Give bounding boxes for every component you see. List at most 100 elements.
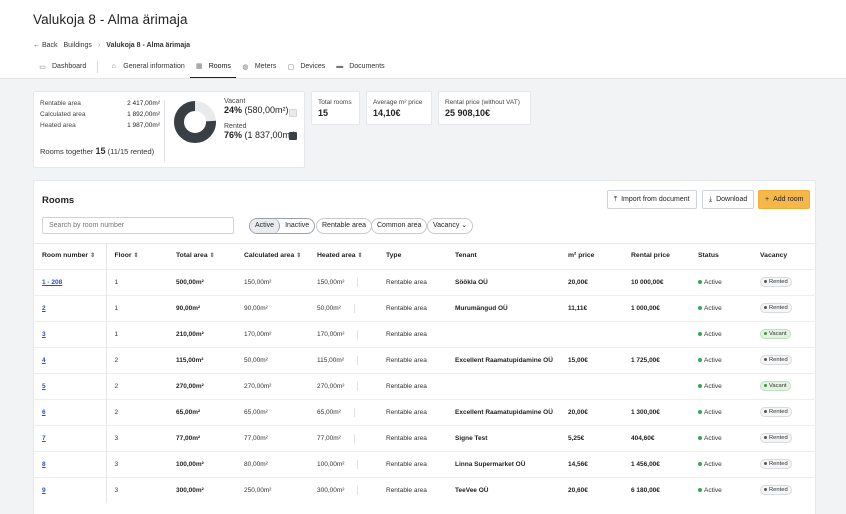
table-row[interactable]: 8 3 100,00m² 80,00m² 100,00m² Rentable area L…: [34, 450, 817, 477]
filter-inactive[interactable]: Inactive: [280, 219, 314, 233]
tab-documents[interactable]: ▬ Documents: [330, 55, 389, 78]
status-dot-icon: [698, 305, 702, 310]
rental-price-cell: 1 456,00€: [623, 450, 690, 477]
col-type: Type: [378, 243, 447, 269]
vacancy-dot-icon: [764, 279, 767, 283]
vacancy-dropdown[interactable]: Vacancy ⌄: [427, 218, 474, 234]
status-dot-icon: [698, 383, 702, 388]
room-search-input[interactable]: [42, 217, 234, 234]
vacancy-badge: Rented: [760, 459, 792, 469]
rental-price-cell: [623, 372, 690, 399]
col-calculated-area[interactable]: Calculated area ⇕: [236, 243, 309, 269]
status-cell: Active: [690, 476, 752, 503]
status-cell: Active: [690, 450, 752, 477]
tab-devices[interactable]: ▢ Devices: [281, 55, 330, 78]
m2-price-cell: 5,25€: [560, 424, 623, 451]
cell-divider: [356, 355, 358, 365]
tab-label: General information: [123, 63, 185, 70]
vacancy-label: Vacancy: [433, 222, 460, 229]
area-value: 1 987,00m²: [127, 122, 160, 129]
room-link[interactable]: 3: [42, 331, 46, 338]
tenant-cell: TeeVee OÜ: [447, 476, 560, 503]
cell-divider: [353, 433, 355, 443]
calculated-area-cell: 80,00m²: [236, 450, 309, 477]
breadcrumb-buildings[interactable]: Buildings: [64, 42, 92, 49]
room-link[interactable]: 7: [42, 435, 46, 442]
total-area-cell: 100,00m²: [168, 450, 236, 477]
breadcrumb-current: Valukoja 8 - Alma ärimaja: [106, 42, 191, 49]
table-row[interactable]: 2 1 90,00m² 90,00m² 50,00m² Rentable area Mur…: [34, 294, 817, 321]
area-row: Rentable area 2 417,00m²: [40, 98, 160, 109]
room-link[interactable]: 1 - 208: [42, 279, 62, 286]
vacant-summary: Vacant 24% (580,00m²): [224, 98, 289, 115]
vacancy-label: Vacant: [769, 331, 787, 337]
breadcrumb: ← Back Buildings › Valukoja 8 - Alma äri…: [33, 42, 190, 49]
vacant-label: Vacant: [224, 98, 246, 105]
room-link[interactable]: 6: [42, 409, 46, 416]
home-icon: ⌂: [111, 63, 116, 70]
room-link[interactable]: 5: [42, 383, 46, 390]
tab-label: Devices: [300, 63, 326, 70]
type-cell: Rentable area: [378, 450, 447, 477]
total-area-cell: 77,00m²: [168, 424, 236, 451]
calculated-area-cell: 250,00m²: [236, 476, 309, 503]
top-bar: Valukoja 8 - Alma ärimaja ← Back Buildin…: [0, 0, 846, 79]
table-row[interactable]: 5 2 270,00m² 270,00m² 270,00m² Rentable area…: [34, 372, 817, 399]
together-label: Rooms together: [40, 147, 94, 156]
rental-price-cell: 6 180,00€: [623, 476, 690, 503]
tab-rooms[interactable]: ▦ Rooms: [189, 55, 236, 78]
area-value: 2 417,00m²: [127, 100, 160, 107]
table-row[interactable]: 7 3 77,00m² 77,00m² 77,00m² Rentable area Sig…: [34, 424, 817, 451]
cell-divider: [357, 459, 359, 469]
vacancy-dot-icon: [764, 305, 767, 309]
heated-area-value: 100,00m²: [317, 460, 345, 468]
rooms-table: Room number ⇕ Floor ⇕ Total area ⇕ Calculat…: [34, 243, 817, 503]
room-link[interactable]: 8: [42, 461, 46, 468]
table-row[interactable]: 3 1 210,00m² 170,00m² 170,00m² Rentable area…: [34, 320, 817, 347]
status-dot-icon: [698, 409, 702, 414]
download-button[interactable]: ⤓ Download: [702, 190, 755, 209]
cell-divider: [357, 381, 359, 391]
calculated-area-cell: 77,00m²: [236, 424, 309, 451]
status-badge: Active: [704, 434, 722, 442]
table-row[interactable]: 9 3 300,00m² 250,00m² 300,00m² Rentable area…: [34, 476, 817, 503]
column-label: Tenant: [455, 252, 477, 260]
room-link[interactable]: 4: [42, 357, 46, 364]
import-from-document-button[interactable]: ⤒ Import from document: [607, 190, 697, 209]
vacancy-label: Rented: [769, 435, 788, 441]
upload-icon: ⤒: [614, 195, 618, 203]
m2-price-cell: [560, 372, 623, 399]
table-row[interactable]: 6 2 65,00m² 65,00m² 65,00m² Rentable area Exc…: [34, 398, 817, 425]
filter-active[interactable]: Active: [250, 219, 281, 233]
col-room-number[interactable]: Room number ⇕: [34, 243, 107, 269]
status-badge: Active: [704, 382, 722, 390]
table-row[interactable]: 1 - 208 1 500,00m² 150,00m² 150,00m² Rentabl…: [34, 268, 817, 295]
tab-general-information[interactable]: ⌂ General information: [104, 55, 189, 78]
vacancy-label: Rented: [769, 279, 788, 285]
vacancy-dot-icon: [764, 461, 767, 465]
status-cell: Active: [690, 320, 752, 347]
back-link[interactable]: ← Back: [33, 42, 58, 49]
area-label: Heated area: [40, 122, 76, 129]
heated-area-value: 65,00m²: [317, 408, 341, 416]
vacant-percent: 24%: [224, 105, 243, 115]
m2-price-cell: [560, 320, 623, 347]
col-total-area[interactable]: Total area ⇕: [168, 243, 236, 269]
chip-common-area[interactable]: Common area: [371, 218, 428, 234]
total-area-cell: 115,00m²: [168, 346, 236, 373]
area-summary-card: Rentable area 2 417,00m² Calculated area 1…: [33, 91, 305, 168]
calculated-area-cell: 50,00m²: [236, 346, 309, 373]
total-area-cell: 210,00m²: [168, 320, 236, 347]
col-floor[interactable]: Floor ⇕: [106, 243, 168, 269]
tab-dashboard[interactable]: ▭ Dashboard: [33, 55, 91, 78]
tab-meters[interactable]: ◍ Meters: [236, 55, 281, 78]
room-link[interactable]: 2: [42, 305, 46, 312]
room-link[interactable]: 9: [42, 487, 46, 494]
heated-area-cell: 50,00m²: [309, 294, 378, 321]
table-row[interactable]: 4 2 115,00m² 50,00m² 115,00m² Rentable area E…: [34, 346, 817, 373]
status-badge: Active: [704, 278, 722, 286]
floor-cell: 1: [106, 294, 168, 321]
col-heated-area[interactable]: Heated area ⇕: [309, 243, 378, 269]
chip-rentable-area[interactable]: Rentable area: [316, 218, 372, 234]
add-room-button[interactable]: + Add room: [758, 190, 811, 209]
